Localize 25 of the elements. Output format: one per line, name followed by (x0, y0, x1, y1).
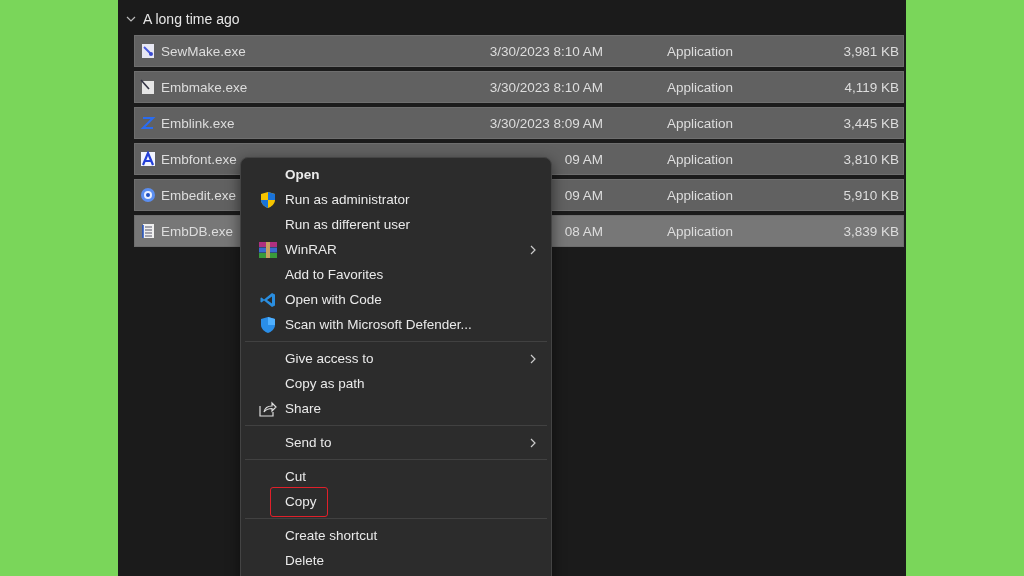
file-type: Application (667, 115, 735, 131)
file-name: EmbDB.exe (161, 223, 234, 239)
file-name: Emblink.exe (161, 115, 235, 131)
file-size: 3,839 KB (842, 223, 900, 239)
modified-date: 3/30/2023 8:09 AM (488, 115, 603, 131)
group-title: A long time ago (143, 11, 240, 27)
modified-date: 09 AM (563, 151, 603, 167)
file-type: Application (667, 223, 735, 239)
file-size: 3,810 KB (842, 151, 900, 167)
file-name: Embedit.exe (161, 187, 237, 203)
file-size: 3,981 KB (842, 43, 900, 59)
file-name: Embmake.exe (161, 79, 248, 95)
file-type: Application (667, 151, 735, 167)
file-size: 5,910 KB (842, 187, 900, 203)
modified-date: 3/30/2023 8:10 AM (488, 79, 603, 95)
modified-date: 08 AM (563, 223, 603, 239)
file-name: Embfont.exe (161, 151, 237, 167)
file-type: Application (667, 187, 735, 203)
modified-date: 3/30/2023 8:10 AM (488, 43, 603, 59)
modified-date: 09 AM (563, 187, 603, 203)
file-size: 3,445 KB (842, 115, 900, 131)
file-type: Application (667, 79, 735, 95)
file-size: 4,119 KB (843, 79, 900, 95)
file-name: SewMake.exe (161, 43, 246, 59)
file-type: Application (667, 43, 735, 59)
